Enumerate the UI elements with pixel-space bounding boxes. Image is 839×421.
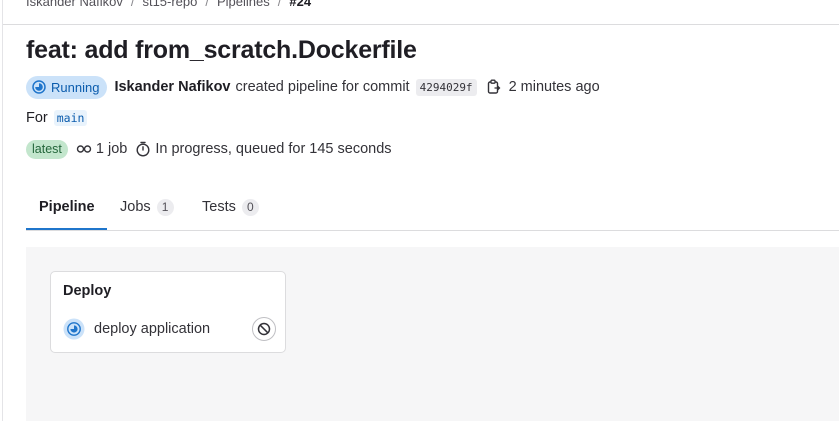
breadcrumb-project[interactable]: st15-repo xyxy=(142,0,197,9)
breadcrumb-separator: / xyxy=(277,0,282,9)
pipeline-badges: latest 1 job In progress, queued for 145… xyxy=(26,139,392,159)
page-title: feat: add from_scratch.Dockerfile xyxy=(26,36,417,64)
copy-icon[interactable] xyxy=(486,79,501,95)
action-text: created pipeline for commit xyxy=(235,79,410,95)
stage-column: Deploy deploy application xyxy=(50,271,286,353)
tab-jobs[interactable]: Jobs 1 xyxy=(120,184,174,230)
breadcrumb-user[interactable]: Iskander Nafikov xyxy=(26,0,123,9)
tab-label: Jobs xyxy=(120,199,151,215)
tab-pipeline[interactable]: Pipeline xyxy=(39,184,95,230)
tab-label: Pipeline xyxy=(39,199,95,215)
job-name: deploy application xyxy=(94,321,211,337)
active-tab-indicator xyxy=(26,228,107,230)
cancel-icon xyxy=(257,322,271,336)
pipeline-meta: Running Iskander Nafikov created pipelin… xyxy=(26,75,600,99)
for-label: For xyxy=(26,110,48,126)
tab-label: Tests xyxy=(202,199,236,215)
status-badge[interactable]: Running xyxy=(26,75,108,99)
status-label: Running xyxy=(51,79,100,95)
timer-icon xyxy=(136,141,150,157)
breadcrumb-divider xyxy=(3,24,839,25)
latest-badge: latest xyxy=(26,139,68,159)
pipeline-tabs: Pipeline Jobs 1 Tests 0 xyxy=(26,184,839,231)
tabs-divider xyxy=(26,230,839,231)
pipeline-icon xyxy=(76,145,92,153)
cancel-job-button[interactable] xyxy=(252,317,276,341)
jobs-count-badge: 1 xyxy=(156,198,174,216)
job-item[interactable]: deploy application xyxy=(63,317,276,341)
stage-title: Deploy xyxy=(63,283,112,299)
tab-tests[interactable]: Tests 0 xyxy=(202,184,259,230)
breadcrumb: Iskander Nafikov / st15-repo / Pipelines… xyxy=(26,0,311,9)
ref-line: For main xyxy=(26,110,88,126)
breadcrumb-pipelines[interactable]: Pipelines xyxy=(217,0,270,9)
running-status-icon xyxy=(63,318,85,340)
jobs-count: 1 job xyxy=(76,141,127,157)
time-ago: 2 minutes ago xyxy=(508,79,600,95)
duration-label: In progress, queued for 145 seconds xyxy=(155,141,392,157)
breadcrumb-separator: / xyxy=(205,0,209,9)
jobs-count-label: 1 job xyxy=(95,141,128,157)
author-link[interactable]: Iskander Nafikov xyxy=(114,79,230,95)
running-status-icon xyxy=(32,80,46,94)
breadcrumb-separator: / xyxy=(130,0,135,9)
breadcrumb-pipeline-id[interactable]: #24 xyxy=(289,0,311,9)
duration: In progress, queued for 145 seconds xyxy=(135,141,392,157)
commit-sha-link[interactable]: 4294029f xyxy=(415,78,477,96)
ref-link[interactable]: main xyxy=(53,110,88,126)
tests-count-badge: 0 xyxy=(241,198,259,216)
left-border xyxy=(2,0,3,421)
